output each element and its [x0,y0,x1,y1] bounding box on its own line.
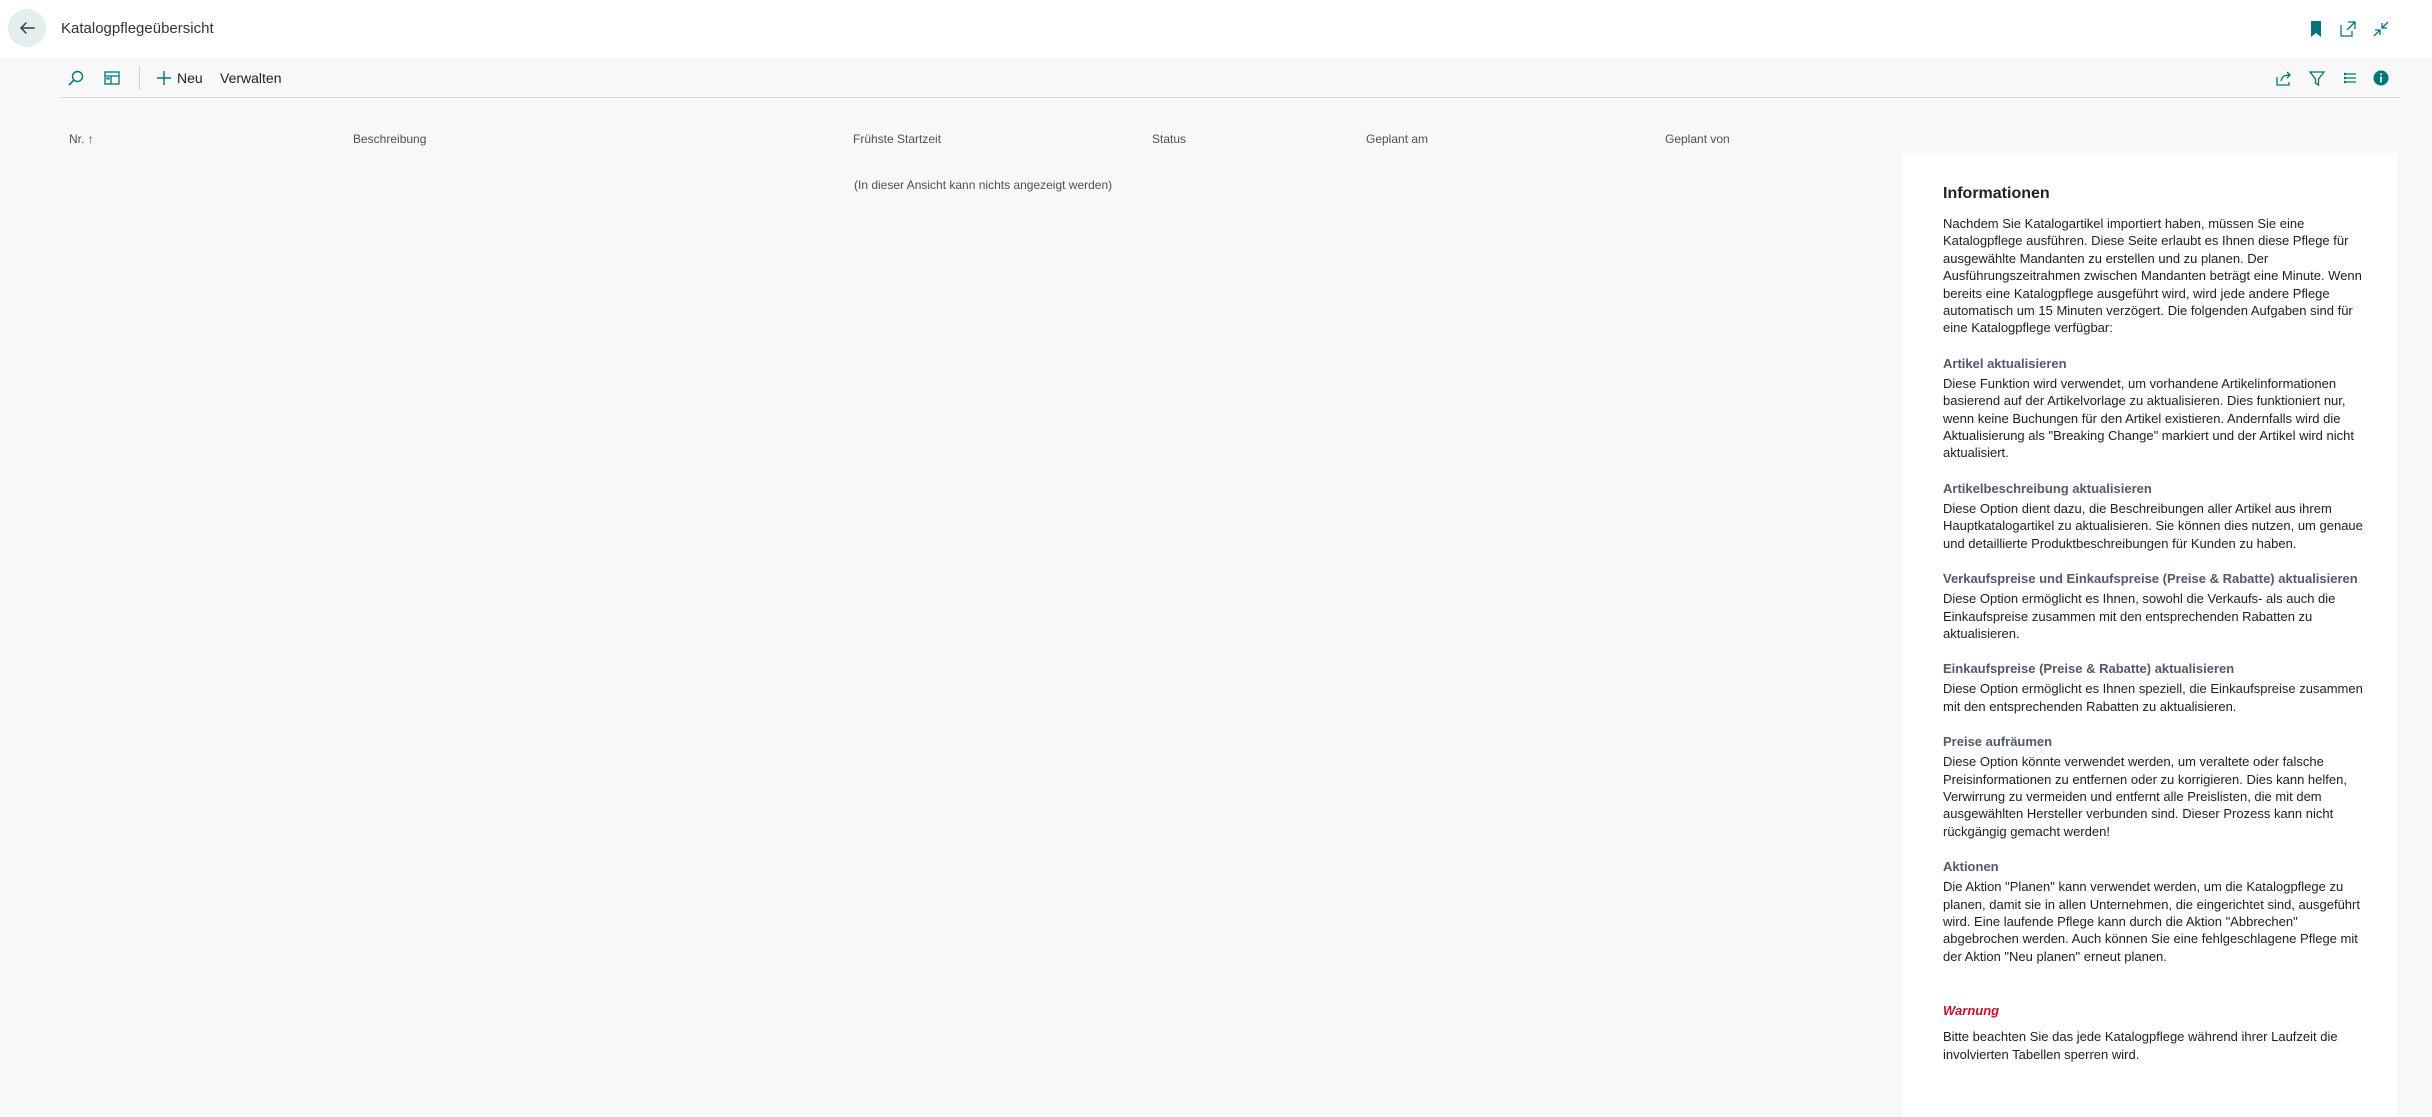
column-header-geplant-am[interactable]: Geplant am [1366,132,1428,146]
open-new-window-icon[interactable] [2338,19,2358,39]
section-heading: Artikel aktualisieren [1943,355,2067,371]
column-header-status[interactable]: Status [1152,132,1186,146]
toolbar-divider [139,66,140,90]
back-button[interactable] [8,9,46,47]
list-view-icon[interactable] [2340,68,2360,88]
manage-button[interactable]: Verwalten [220,70,281,86]
action-bar: Neu Verwalten [60,59,2400,98]
collapse-icon[interactable] [2371,19,2391,39]
section-heading: Einkaufspreise (Preise & Rabatte) aktual… [1943,661,2235,677]
section-text: Diese Option ermöglicht es Ihnen, sowohl… [1943,591,2336,641]
section-heading: Artikelbeschreibung aktualisieren [1943,480,2152,496]
bookmark-icon[interactable] [2306,19,2326,39]
new-button[interactable]: Neu [177,70,203,86]
info-intro: Nachdem Sie Katalogartikel importiert ha… [1943,216,2362,336]
section-text: Die Aktion "Planen" kann verwendet werde… [1943,879,2360,964]
column-header-geplant-von[interactable]: Geplant von [1665,132,1730,146]
section-text: Diese Option ermöglicht es Ihnen speziel… [1943,681,2363,714]
filter-icon[interactable] [2307,68,2327,88]
section-text: Diese Option dient dazu, die Beschreibun… [1943,500,2363,551]
plus-icon[interactable] [154,68,174,88]
info-title: Informationen [1943,185,2050,202]
section-text: Diese Funktion wird verwendet, um vorhan… [1943,375,2354,461]
search-icon[interactable] [66,68,86,88]
info-panel: Informationen Nachdem Sie Katalogartikel… [1903,153,2397,1117]
layout-icon[interactable] [102,68,122,88]
column-header-beschreibung[interactable]: Beschreibung [353,132,426,146]
column-header-nr[interactable]: Nr. ↑ [69,132,94,146]
warning-text: Bitte beachten Sie das jede Katalogpfleg… [1943,1029,2338,1062]
empty-list-message: (In dieser Ansicht kann nichts angezeigt… [854,178,1113,192]
section-heading: Preise aufräumen [1943,734,2053,750]
arrow-left-icon [20,22,35,34]
share-icon[interactable] [2274,68,2294,88]
section-text: Diese Option könnte verwendet werden, um… [1943,754,2347,839]
section-heading: Verkaufspreise und Einkaufspreise (Preis… [1943,571,2358,587]
warning-heading: Warnung [1943,1003,2000,1019]
page-header: Katalogpflegeübersicht [0,0,2432,58]
info-icon[interactable] [2371,68,2391,88]
column-header-fruehste-startzeit[interactable]: Frühste Startzeit [853,132,941,146]
section-heading: Aktionen [1943,859,1999,875]
page-title: Katalogpflegeübersicht [61,20,214,37]
